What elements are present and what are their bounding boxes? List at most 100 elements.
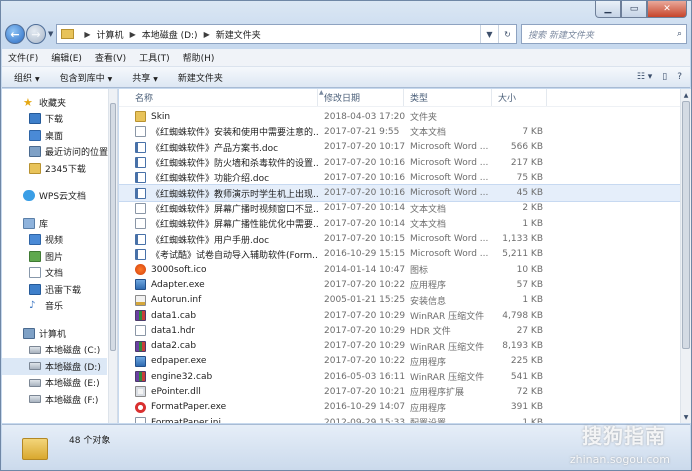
table-row[interactable]: edpaper.exe 2017-07-20 10:22 应用程序 225 KB bbox=[119, 354, 680, 369]
table-row[interactable]: Skin 2018-04-03 17:20 文件夹 bbox=[119, 109, 680, 124]
nav-favorites[interactable]: ★ 收藏夹 bbox=[2, 94, 107, 111]
table-row[interactable]: 《红蜘蛛软件》防火墙和杀毒软件的设置... 2017-07-20 10:16 Mic… bbox=[119, 155, 680, 170]
table-row[interactable]: 《红蜘蛛软件》功能介绍.doc 2017-07-20 10:16 Microsoft… bbox=[119, 170, 680, 185]
file-name-cell[interactable]: 《红蜘蛛软件》安装和使用中需要注意的... bbox=[119, 125, 318, 138]
table-row[interactable]: 《红蜘蛛软件》安装和使用中需要注意的... 2017-07-21 9:55 文本文档… bbox=[119, 124, 680, 139]
table-row[interactable]: data1.hdr 2017-07-20 10:29 HDR 文件 27 KB bbox=[119, 323, 680, 338]
help-icon[interactable]: ? bbox=[677, 72, 682, 82]
file-name-cell[interactable]: 《考试酷》试卷自动导入辅助软件(Form... bbox=[119, 248, 318, 261]
file-name-cell[interactable]: 《红蜘蛛软件》防火墙和杀毒软件的设置... bbox=[119, 156, 318, 169]
column-size[interactable]: 大小 bbox=[492, 89, 547, 106]
table-row[interactable]: data1.cab 2017-07-20 10:29 WinRAR 压缩文件 4,79… bbox=[119, 308, 680, 323]
file-name-cell[interactable]: 《红蜘蛛软件》屏幕广播性能优化中需要... bbox=[119, 217, 318, 230]
table-row[interactable]: 《红蜘蛛软件》用户手册.doc 2017-07-20 10:15 Microsoft… bbox=[119, 231, 680, 246]
file-name-cell[interactable]: 《红蜘蛛软件》产品方案书.doc bbox=[119, 141, 318, 154]
share-button[interactable]: 共享 ▼ bbox=[132, 71, 158, 84]
organize-button[interactable]: 组织 ▼ bbox=[14, 71, 40, 84]
nav-videos[interactable]: 视频 bbox=[2, 232, 107, 249]
table-row[interactable]: 《红蜘蛛软件》产品方案书.doc 2017-07-20 10:17 Microsof… bbox=[119, 140, 680, 155]
minimize-button[interactable]: ▁ bbox=[595, 1, 621, 18]
table-row[interactable]: 《红蜘蛛软件》屏幕广播时视频窗口不显... 2017-07-20 10:14 文本文… bbox=[119, 201, 680, 216]
nav-pictures[interactable]: 图片 bbox=[2, 248, 107, 265]
close-button[interactable]: ✕ bbox=[647, 1, 687, 18]
table-row[interactable]: data2.cab 2017-07-20 10:29 WinRAR 压缩文件 8,19… bbox=[119, 338, 680, 353]
column-date[interactable]: 修改日期 bbox=[318, 89, 404, 106]
chevron-right-icon[interactable]: ▶ bbox=[204, 30, 210, 39]
nav-2345-download[interactable]: 2345下载 bbox=[2, 160, 107, 177]
menu-edit[interactable]: 编辑(E) bbox=[51, 51, 82, 64]
nav-libraries[interactable]: 库 bbox=[2, 215, 107, 232]
nav-desktop[interactable]: 桌面 bbox=[2, 127, 107, 144]
file-name-cell[interactable]: Skin bbox=[119, 111, 318, 123]
view-options-icon[interactable]: ☷ ▾ bbox=[637, 72, 652, 82]
menu-file[interactable]: 文件(F) bbox=[8, 51, 38, 64]
include-in-library-button[interactable]: 包含到库中 ▼ bbox=[60, 71, 113, 84]
nav-drive-e[interactable]: 本地磁盘 (E:) bbox=[2, 375, 107, 392]
file-name: engine32.cab bbox=[151, 371, 213, 382]
back-button[interactable]: ← bbox=[5, 24, 25, 44]
table-row[interactable]: 3000soft.ico 2014-01-14 10:47 图标 10 KB bbox=[119, 262, 680, 277]
nav-music[interactable]: ♪ 音乐 bbox=[2, 298, 107, 315]
new-folder-button[interactable]: 新建文件夹 bbox=[178, 71, 223, 84]
file-name-cell[interactable]: 《红蜘蛛软件》用户手册.doc bbox=[119, 233, 318, 246]
star-icon: ★ bbox=[23, 95, 33, 109]
table-row[interactable]: Autorun.inf 2005-01-21 15:25 安装信息 1 KB bbox=[119, 293, 680, 308]
address-bar[interactable]: ▶ 计算机 ▶ 本地磁盘 (D:) ▶ 新建文件夹 ▼ ↻ bbox=[56, 24, 517, 44]
file-name-cell[interactable]: 3000soft.ico bbox=[119, 264, 318, 276]
nav-drive-f[interactable]: 本地磁盘 (F:) bbox=[2, 391, 107, 408]
preview-pane-icon[interactable]: ▯ bbox=[662, 72, 667, 82]
breadcrumb-drive-d[interactable]: 本地磁盘 (D:) bbox=[142, 28, 198, 41]
nav-documents[interactable]: 文档 bbox=[2, 265, 107, 282]
nav-scrollbar-thumb[interactable] bbox=[110, 103, 116, 351]
nav-drive-c[interactable]: 本地磁盘 (C:) bbox=[2, 342, 107, 359]
refresh-icon[interactable]: ↻ bbox=[498, 25, 516, 43]
file-name-cell[interactable]: edpaper.exe bbox=[119, 355, 318, 367]
file-name-cell[interactable]: data2.cab bbox=[119, 340, 318, 352]
chevron-right-icon[interactable]: ▶ bbox=[84, 30, 90, 39]
recent-pages-dropdown-icon[interactable]: ▼ bbox=[48, 30, 53, 38]
breadcrumb-computer[interactable]: 计算机 bbox=[97, 28, 124, 41]
file-name-cell[interactable]: Autorun.inf bbox=[119, 294, 318, 306]
nav-recent-places[interactable]: 最近访问的位置 bbox=[2, 144, 108, 161]
scroll-down-icon[interactable]: ▼ bbox=[681, 411, 691, 423]
table-row[interactable]: 《红蜘蛛软件》教师演示时学生机上出现... 2017-07-20 10:16 Mic… bbox=[119, 184, 680, 202]
table-row[interactable]: Adapter.exe 2017-07-20 10:22 应用程序 57 KB bbox=[119, 277, 680, 292]
menu-help[interactable]: 帮助(H) bbox=[183, 51, 215, 64]
scroll-up-icon[interactable]: ▲ bbox=[681, 89, 691, 101]
table-row[interactable]: 《红蜘蛛软件》屏幕广播性能优化中需要... 2017-07-20 10:14 文本文… bbox=[119, 216, 680, 231]
nav-scrollbar[interactable] bbox=[108, 89, 117, 423]
breadcrumb-new-folder[interactable]: 新建文件夹 bbox=[216, 28, 261, 41]
file-name-cell[interactable]: 《红蜘蛛软件》教师演示时学生机上出现... bbox=[119, 187, 318, 200]
nav-thunder-download[interactable]: 迅雷下载 bbox=[2, 281, 107, 298]
file-name-cell[interactable]: 《红蜘蛛软件》屏幕广播时视频窗口不显... bbox=[119, 202, 318, 215]
menu-view[interactable]: 查看(V) bbox=[95, 51, 126, 64]
search-icon[interactable]: ⌕ bbox=[677, 29, 682, 39]
nav-drive-d[interactable]: 本地磁盘 (D:) bbox=[2, 358, 107, 375]
table-row[interactable]: engine32.cab 2016-05-03 16:11 WinRAR 压缩文件 5… bbox=[119, 369, 680, 384]
nav-computer[interactable]: 计算机 bbox=[2, 325, 107, 342]
search-input[interactable]: 搜索 新建文件夹 ⌕ bbox=[521, 24, 687, 44]
file-list-scrollbar-thumb[interactable] bbox=[682, 101, 690, 349]
column-type[interactable]: 类型 bbox=[404, 89, 492, 106]
table-row[interactable]: ePointer.dll 2017-07-20 10:21 应用程序扩展 72 KB bbox=[119, 384, 680, 399]
table-row[interactable]: FormatPaper.exe 2016-10-29 14:07 应用程序 391 K… bbox=[119, 400, 680, 415]
maximize-button[interactable]: ▭ bbox=[621, 1, 647, 18]
address-dropdown-icon[interactable]: ▼ bbox=[480, 25, 498, 43]
forward-button[interactable]: → bbox=[26, 24, 46, 44]
menu-tools[interactable]: 工具(T) bbox=[139, 51, 170, 64]
table-row[interactable]: 《考试酷》试卷自动导入辅助软件(Form... 2016-10-29 15:15 M… bbox=[119, 247, 680, 262]
file-name-cell[interactable]: data1.cab bbox=[119, 310, 318, 321]
file-name-cell[interactable]: ePointer.dll bbox=[119, 386, 318, 398]
file-name-cell[interactable]: 《红蜘蛛软件》功能介绍.doc bbox=[119, 171, 318, 184]
document-icon bbox=[29, 267, 41, 279]
file-name-cell[interactable]: Adapter.exe bbox=[119, 279, 318, 291]
file-name-cell[interactable]: FormatPaper.ini bbox=[119, 417, 318, 423]
file-name-cell[interactable]: engine32.cab bbox=[119, 371, 318, 383]
chevron-right-icon[interactable]: ▶ bbox=[130, 30, 136, 39]
nav-downloads[interactable]: 下载 bbox=[2, 111, 107, 128]
column-name[interactable]: 名称 bbox=[119, 89, 318, 106]
file-list-scrollbar[interactable]: ▲ ▼ bbox=[680, 89, 691, 423]
nav-wps-cloud[interactable]: WPS云文档 bbox=[2, 188, 107, 205]
file-name-cell[interactable]: FormatPaper.exe bbox=[119, 401, 318, 413]
file-name-cell[interactable]: data1.hdr bbox=[119, 325, 318, 337]
